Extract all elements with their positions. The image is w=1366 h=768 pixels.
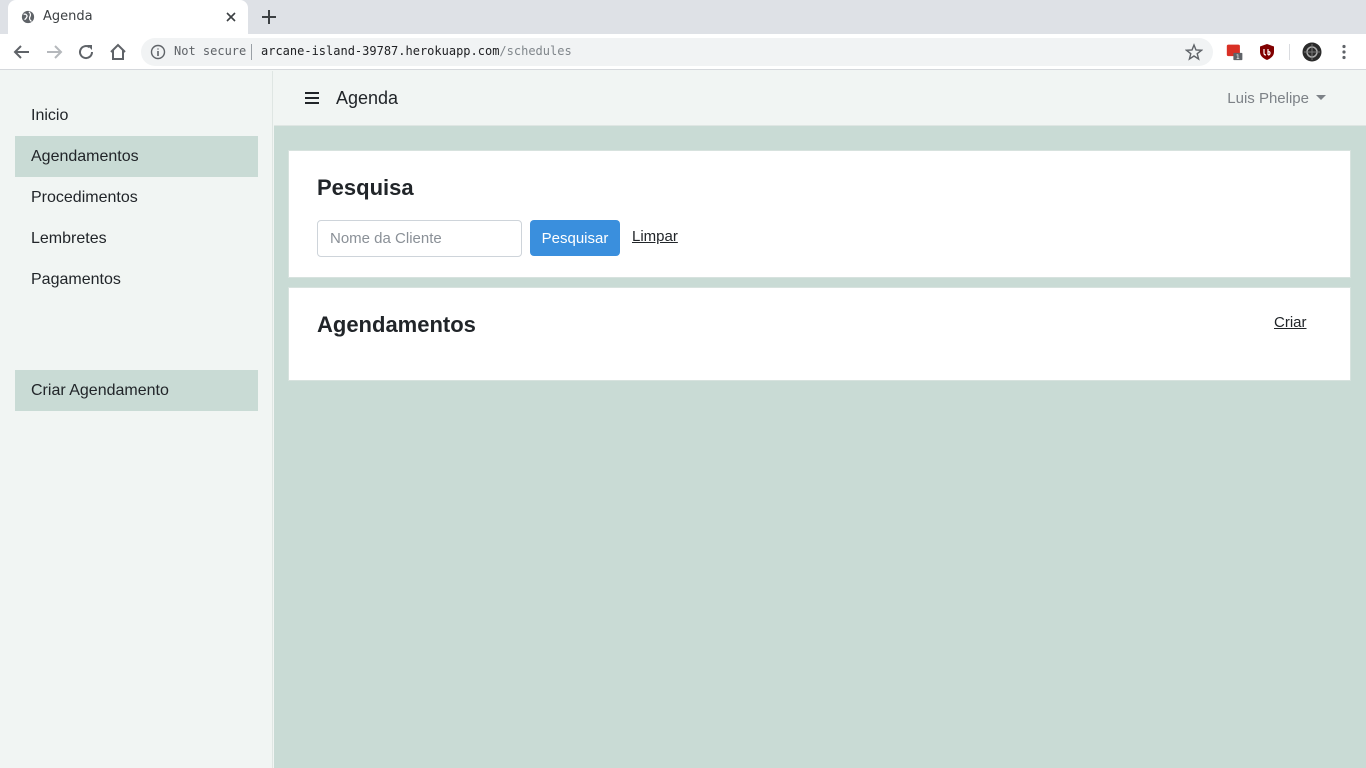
profile-avatar-icon[interactable] <box>1302 42 1322 62</box>
appointments-card-title: Agendamentos <box>317 312 476 337</box>
appointments-card: Agendamentos Criar <box>288 287 1351 381</box>
sidebar-item-inicio[interactable]: Inicio <box>15 95 258 136</box>
main-content: Agenda Luis Phelipe Pesquisa Pesquisar L… <box>274 71 1366 768</box>
create-link[interactable]: Criar <box>1274 314 1307 331</box>
url-text: arcane-island-39787.herokuapp.com/schedu… <box>261 44 572 58</box>
globe-icon <box>21 10 35 24</box>
sidebar: Inicio Agendamentos Procedimentos Lembre… <box>0 71 273 768</box>
tab-title: Agenda <box>43 9 93 24</box>
browser-toolbar: Not secure arcane-island-39787.herokuapp… <box>0 34 1366 70</box>
sidebar-item-lembretes[interactable]: Lembretes <box>15 218 258 259</box>
hamburger-menu-icon[interactable] <box>305 92 319 104</box>
search-card: Pesquisa Pesquisar Limpar <box>288 150 1351 278</box>
navbar-brand[interactable]: Agenda <box>336 88 398 109</box>
clear-link[interactable]: Limpar <box>632 228 678 245</box>
extension-badge: 1 <box>1236 53 1240 61</box>
forward-arrow-icon[interactable] <box>44 42 64 62</box>
home-icon[interactable] <box>108 42 128 62</box>
user-name: Luis Phelipe <box>1227 90 1309 107</box>
sidebar-item-agendamentos[interactable]: Agendamentos <box>15 136 258 177</box>
address-separator <box>251 44 252 60</box>
security-label: Not secure <box>174 44 247 58</box>
back-arrow-icon[interactable] <box>12 42 32 62</box>
bookmark-star-icon[interactable] <box>1185 43 1203 61</box>
client-name-input[interactable] <box>317 220 522 257</box>
browser-menu-icon[interactable] <box>1335 43 1353 61</box>
create-appointment-button[interactable]: Criar Agendamento <box>15 370 258 411</box>
caret-down-icon <box>1316 94 1326 100</box>
browser-tab[interactable]: Agenda <box>8 0 248 34</box>
new-tab-icon[interactable] <box>260 8 278 26</box>
reload-icon[interactable] <box>76 42 96 62</box>
extension-mail-icon[interactable]: 1 <box>1226 43 1244 61</box>
address-bar[interactable]: Not secure arcane-island-39787.herokuapp… <box>141 38 1213 66</box>
info-icon[interactable] <box>150 44 166 60</box>
search-card-title: Pesquisa <box>317 175 414 200</box>
browser-tab-strip: Agenda <box>0 0 1366 34</box>
user-dropdown[interactable]: Luis Phelipe <box>1227 90 1326 107</box>
url-path: /schedules <box>499 44 572 58</box>
url-host: arcane-island-39787.herokuapp.com <box>261 44 500 58</box>
close-icon[interactable] <box>223 9 239 25</box>
toolbar-divider <box>1289 44 1290 60</box>
ublock-shield-icon[interactable] <box>1258 43 1276 61</box>
sidebar-item-procedimentos[interactable]: Procedimentos <box>15 177 258 218</box>
sidebar-item-pagamentos[interactable]: Pagamentos <box>15 259 258 300</box>
top-navbar: Agenda Luis Phelipe <box>274 71 1366 126</box>
search-button[interactable]: Pesquisar <box>530 220 620 256</box>
